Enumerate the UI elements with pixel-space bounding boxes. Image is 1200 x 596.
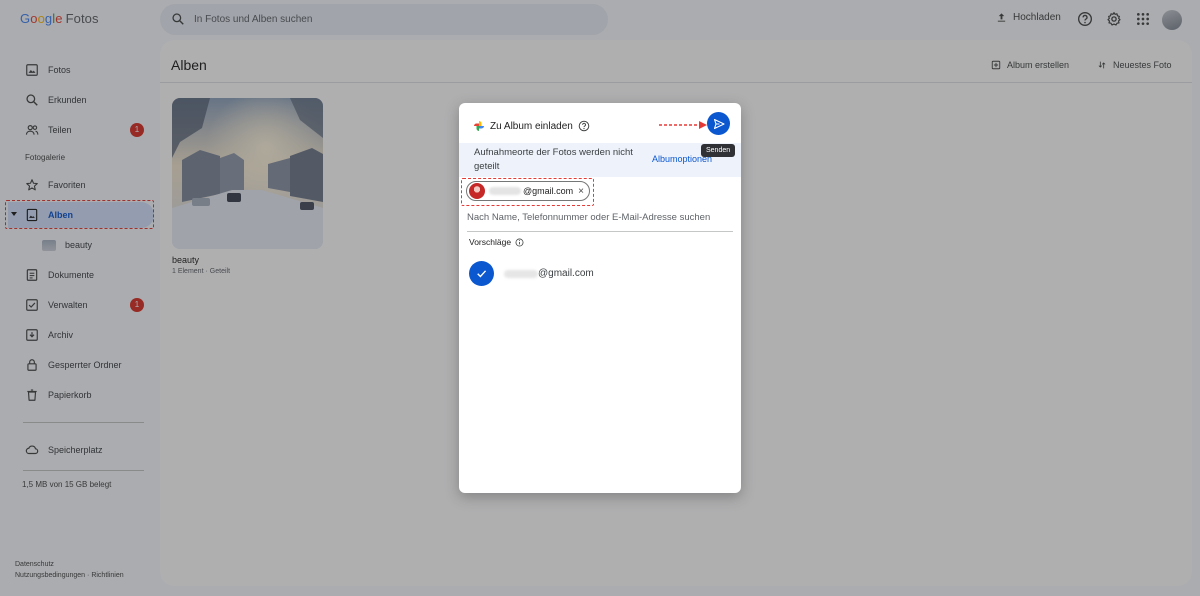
suggestion-email[interactable]: @gmail.com: [538, 268, 594, 279]
help-icon[interactable]: [578, 120, 590, 132]
recipient-chip[interactable]: @gmail.com ×: [466, 181, 590, 201]
redacted-email-name: [489, 187, 521, 195]
input-underline: [467, 231, 733, 232]
send-icon: [713, 118, 725, 129]
recipient-search-input[interactable]: [467, 209, 733, 225]
info-icon[interactable]: [515, 238, 524, 247]
remove-recipient-button[interactable]: ×: [578, 186, 584, 197]
suggestion-selected-check[interactable]: [469, 261, 494, 286]
location-info-bar: Aufnahmeorte der Fotos werden nicht gete…: [459, 143, 741, 177]
dialog-title: Zu Album einladen: [473, 120, 590, 132]
recipient-avatar: [469, 183, 485, 199]
check-icon: [477, 270, 487, 278]
location-info-text: Aufnahmeorte der Fotos werden nicht gete…: [474, 147, 633, 172]
annotation-arrow: [659, 121, 707, 129]
send-button[interactable]: [707, 112, 730, 135]
suggestions-header: Vorschläge: [469, 237, 524, 247]
send-tooltip: Senden: [701, 144, 736, 157]
google-photos-pinwheel-icon: [474, 121, 484, 131]
dialog-title-text: Zu Album einladen: [490, 120, 573, 132]
invite-to-album-dialog: Zu Album einladen Aufnahmeorte der Fotos…: [459, 103, 741, 493]
suggestions-label: Vorschläge: [469, 237, 512, 247]
redacted-suggestion-name: [504, 270, 538, 278]
recipient-email: @gmail.com: [523, 186, 574, 196]
